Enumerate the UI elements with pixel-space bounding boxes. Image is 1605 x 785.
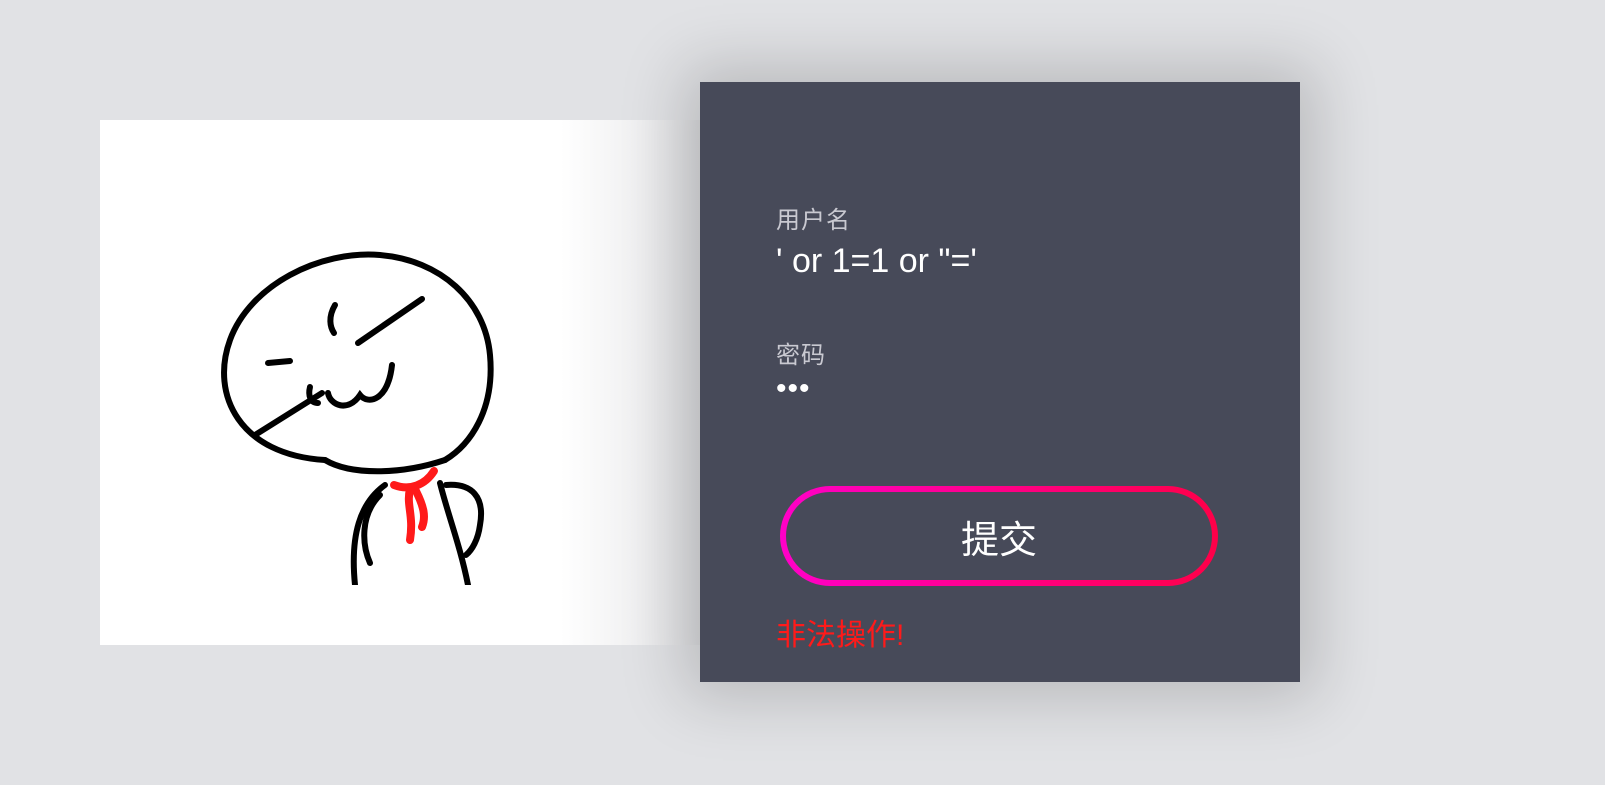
illustration-panel	[100, 120, 706, 645]
submit-button-label: 提交	[786, 492, 1212, 580]
submit-button[interactable]: 提交	[780, 486, 1218, 586]
username-label: 用户名	[776, 207, 851, 234]
smirking-stickman-icon	[221, 251, 494, 585]
username-input[interactable]: ' or 1=1 or "='	[776, 242, 977, 281]
error-message: 非法操作!	[776, 619, 905, 652]
password-label: 密码	[776, 342, 826, 369]
password-input[interactable]: •••	[776, 372, 811, 406]
login-form-card: 用户名 ' or 1=1 or "=' 密码 ••• 提交 非法操作!	[700, 82, 1300, 682]
login-page: 用户名 ' or 1=1 or "=' 密码 ••• 提交 非法操作!	[0, 0, 1605, 785]
